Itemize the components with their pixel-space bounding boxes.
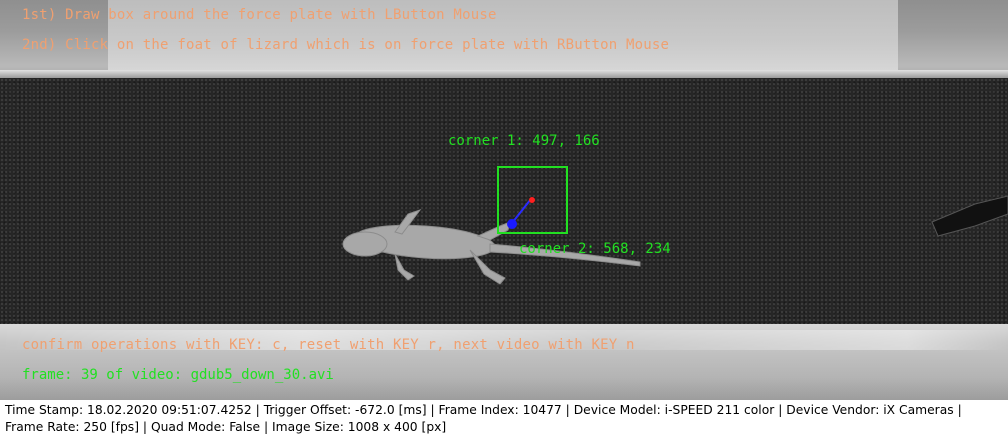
video-frame-canvas[interactable]: 1st) Draw box around the force plate wit… — [0, 0, 1008, 400]
instruction-keys: confirm operations with KEY: c, reset wi… — [22, 337, 635, 353]
frame-info-label: frame: 39 of video: gdub5_down_30.avi — [22, 367, 334, 383]
instruction-click-foot: 2nd) Click on the foat of lizard which i… — [22, 37, 670, 53]
status-line-metadata: Time Stamp: 18.02.2020 09:51:07.4252 | T… — [5, 403, 962, 417]
corner-1-label: corner 1: 497, 166 — [448, 133, 600, 149]
foot-click-marker[interactable] — [529, 197, 535, 203]
status-bar: Time Stamp: 18.02.2020 09:51:07.4252 | T… — [0, 400, 1008, 440]
status-line-capture: Frame Rate: 250 [fps] | Quad Mode: False… — [5, 420, 447, 434]
instruction-draw-box: 1st) Draw box around the force plate wit… — [22, 7, 497, 23]
corner-2-label: corner 2: 568, 234 — [519, 241, 671, 257]
gripper-tool — [931, 195, 1008, 237]
